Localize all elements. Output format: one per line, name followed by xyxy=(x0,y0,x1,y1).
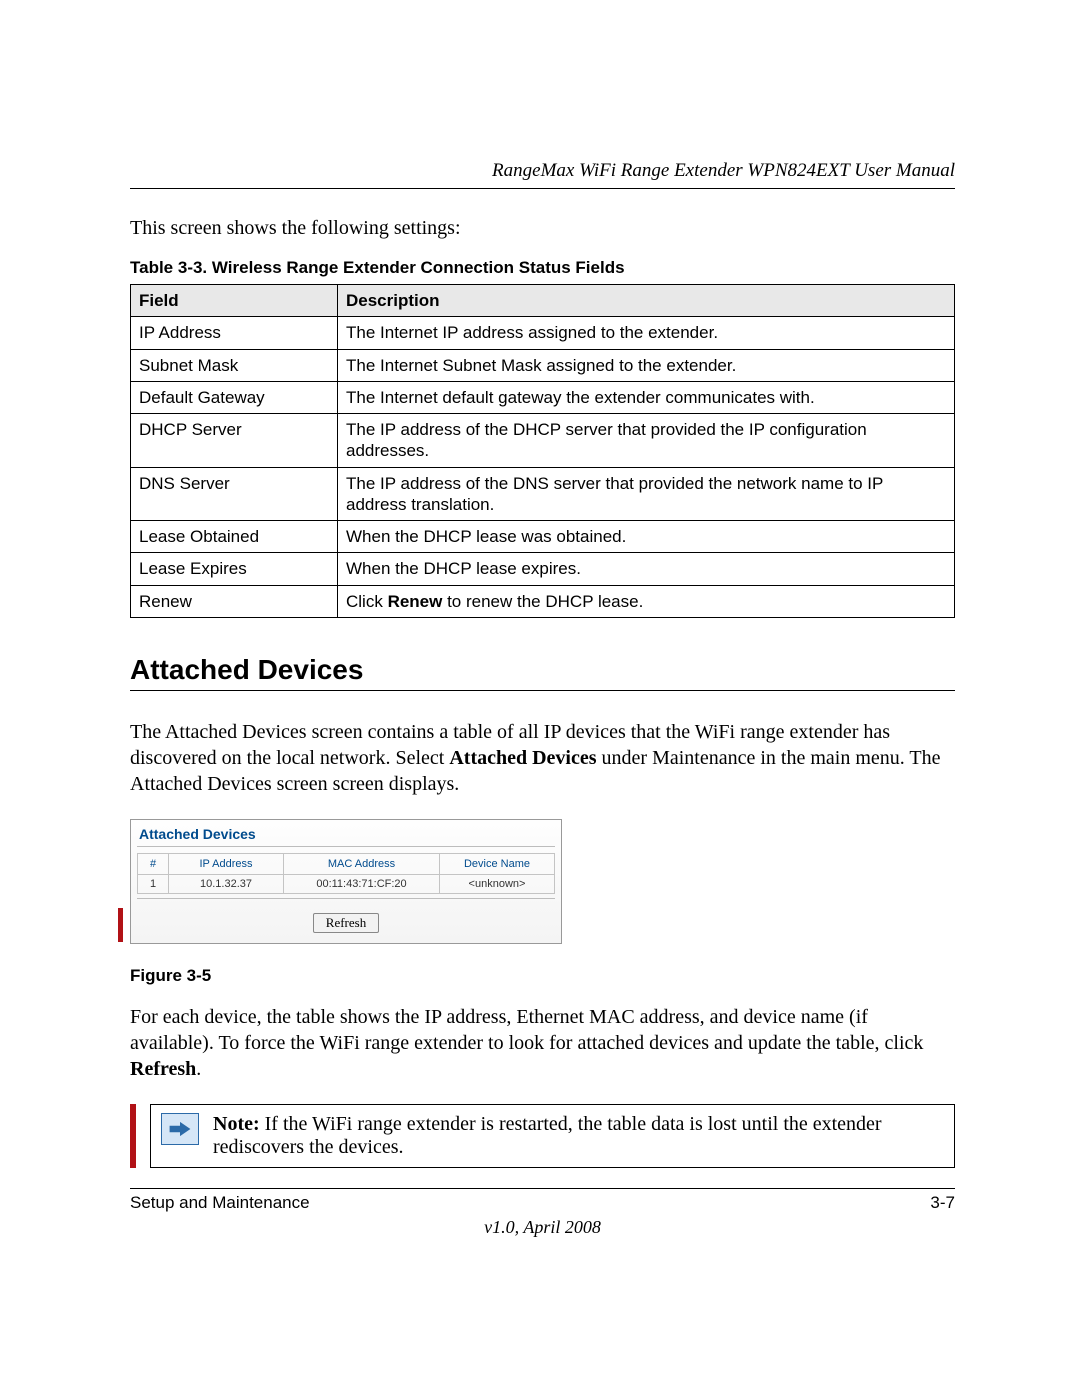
cell-desc: The Internet IP address assigned to the … xyxy=(338,317,955,349)
figure-caption: Figure 3-5 xyxy=(130,966,955,986)
cell-field: Subnet Mask xyxy=(131,349,338,381)
table-row: Default Gateway The Internet default gat… xyxy=(131,381,955,413)
section-rule xyxy=(130,690,955,691)
note-box: Note: If the WiFi range extender is rest… xyxy=(150,1104,955,1168)
attached-devices-screenshot: Attached Devices # IP Address MAC Addres… xyxy=(130,819,562,944)
cell-field: Lease Expires xyxy=(131,553,338,585)
table-caption: Table 3-3. Wireless Range Extender Conne… xyxy=(130,258,955,278)
footer-left: Setup and Maintenance xyxy=(130,1193,310,1213)
cell-desc: The Internet default gateway the extende… xyxy=(338,381,955,413)
th-num: # xyxy=(137,853,168,875)
table-row: Subnet Mask The Internet Subnet Mask ass… xyxy=(131,349,955,381)
cell-desc: When the DHCP lease expires. xyxy=(338,553,955,585)
cell-field: DHCP Server xyxy=(131,414,338,468)
cell-num: 1 xyxy=(137,875,168,894)
footer-version: v1.0, April 2008 xyxy=(130,1217,955,1238)
page-header: RangeMax WiFi Range Extender WPN824EXT U… xyxy=(130,160,955,189)
arrow-right-icon xyxy=(161,1113,199,1145)
th-mac: MAC Address xyxy=(283,853,439,875)
cell-desc: The IP address of the DNS server that pr… xyxy=(338,467,955,521)
devices-table: # IP Address MAC Address Device Name 1 1… xyxy=(137,853,555,894)
cell-desc: The IP address of the DHCP server that p… xyxy=(338,414,955,468)
section-body-1: The Attached Devices screen contains a t… xyxy=(130,719,955,797)
table-row: DNS Server The IP address of the DNS ser… xyxy=(131,467,955,521)
footer-rule xyxy=(130,1188,955,1189)
th-field: Field xyxy=(131,285,338,317)
refresh-button[interactable]: Refresh xyxy=(313,913,379,933)
cell-field: Renew xyxy=(131,585,338,617)
cell-mac: 00:11:43:71:CF:20 xyxy=(283,875,439,894)
table-row: Renew Click Renew to renew the DHCP leas… xyxy=(131,585,955,617)
fields-table: Field Description IP Address The Interne… xyxy=(130,284,955,618)
cell-desc: Click Renew to renew the DHCP lease. xyxy=(338,585,955,617)
footer-right: 3-7 xyxy=(930,1193,955,1213)
th-ip: IP Address xyxy=(168,853,283,875)
cell-ip: 10.1.32.37 xyxy=(168,875,283,894)
change-bar xyxy=(130,1104,136,1168)
screenshot-separator xyxy=(137,846,555,847)
screenshot-title: Attached Devices xyxy=(131,820,561,846)
cell-desc: The Internet Subnet Mask assigned to the… xyxy=(338,349,955,381)
section-heading: Attached Devices xyxy=(130,654,955,686)
cell-field: Lease Obtained xyxy=(131,521,338,553)
screenshot-separator xyxy=(137,898,555,899)
table-row: Lease Obtained When the DHCP lease was o… xyxy=(131,521,955,553)
table-row: IP Address The Internet IP address assig… xyxy=(131,317,955,349)
table-row: Lease Expires When the DHCP lease expire… xyxy=(131,553,955,585)
section-body-2: For each device, the table shows the IP … xyxy=(130,1004,955,1082)
th-name: Device Name xyxy=(439,853,555,875)
note-text: Note: If the WiFi range extender is rest… xyxy=(213,1113,944,1159)
change-bar xyxy=(118,908,123,942)
cell-name: <unknown> xyxy=(439,875,555,894)
intro-text: This screen shows the following settings… xyxy=(130,217,955,240)
cell-field: DNS Server xyxy=(131,467,338,521)
th-desc: Description xyxy=(338,285,955,317)
cell-desc: When the DHCP lease was obtained. xyxy=(338,521,955,553)
cell-field: IP Address xyxy=(131,317,338,349)
table-row: DHCP Server The IP address of the DHCP s… xyxy=(131,414,955,468)
cell-field: Default Gateway xyxy=(131,381,338,413)
device-row: 1 10.1.32.37 00:11:43:71:CF:20 <unknown> xyxy=(137,875,555,894)
